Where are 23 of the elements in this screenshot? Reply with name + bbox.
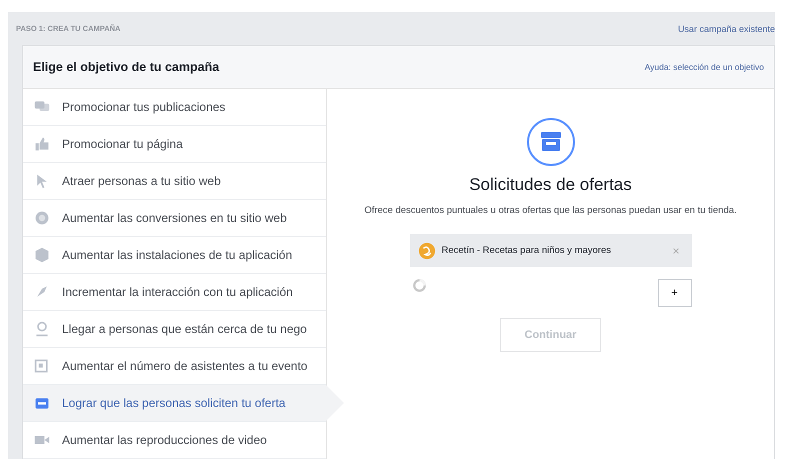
store-icon: [34, 395, 50, 411]
thumbs-up-icon: [34, 136, 50, 152]
loading-spinner-icon: [412, 278, 426, 294]
objective-item[interactable]: Aumentar las instalaciones de tu aplicación: [23, 237, 326, 274]
objective-item[interactable]: Llegar a personas que están cerca de tu nego: [23, 311, 326, 348]
cube-icon: [34, 247, 50, 263]
objective-item[interactable]: Aumentar las reproducciones de video: [23, 422, 326, 459]
card-title: Elige el objetivo de tu campaña: [33, 60, 220, 74]
objective-item[interactable]: Promocionar tus publicaciones: [23, 89, 326, 126]
objective-item[interactable]: Incrementar la interacción con tu aplicación: [23, 274, 326, 311]
objective-description: Ofrece descuentos puntuales u otras ofertas que las personas puedan usar en tu tienda.: [363, 204, 738, 218]
add-button[interactable]: +: [658, 279, 692, 308]
existing-campaign-link[interactable]: Usar campaña existente: [678, 24, 775, 34]
objective-item[interactable]: Atraer personas a tu sitio web: [23, 163, 326, 200]
page-name: Recetín - Recetas para niños y mayores: [442, 245, 612, 256]
help-link[interactable]: Ayuda: selección de un objetivo: [644, 62, 764, 72]
page-logo-icon: [418, 242, 436, 260]
objective-title: Solicitudes de ofertas: [469, 175, 632, 195]
page-selector[interactable]: Recetín - Recetas para niños y mayores ×: [410, 234, 692, 268]
selection-pointer: [326, 385, 344, 421]
objective-item[interactable]: Aumentar las conversiones en tu sitio web: [23, 200, 326, 237]
store-icon: [526, 117, 576, 167]
objective-item[interactable]: Promocionar tu página: [23, 126, 326, 163]
